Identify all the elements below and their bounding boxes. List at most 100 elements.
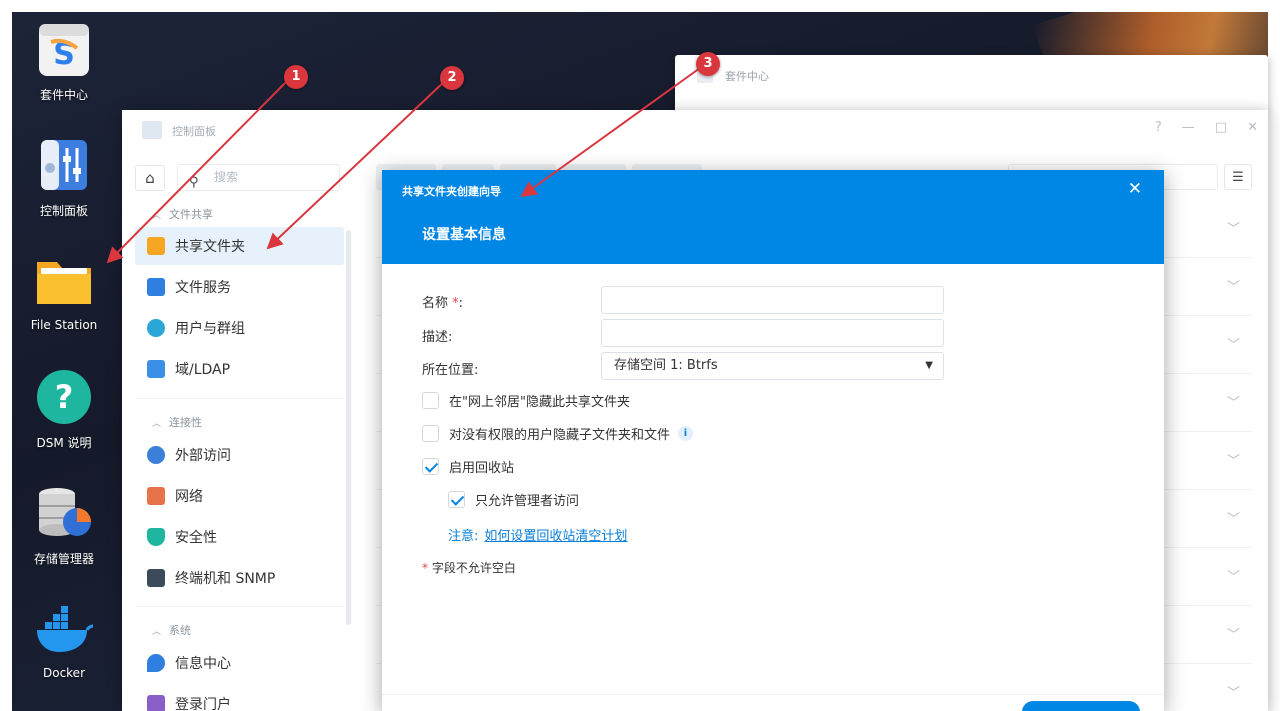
chevron-up-icon: ︿	[152, 627, 162, 637]
hide-subfolders-checkbox-row[interactable]: 对没有权限的用户隐藏子文件夹和文件 i	[422, 424, 694, 443]
storage-manager-icon	[33, 482, 95, 544]
name-input[interactable]	[601, 286, 944, 314]
sidebar-item-file-services[interactable]: 文件服务	[135, 268, 344, 306]
admin-only-checkbox-row[interactable]: 只允许管理者访问	[448, 490, 579, 509]
control-panel-icon	[33, 134, 95, 196]
sidebar-item-user-group[interactable]: 用户与群组	[135, 309, 344, 347]
enable-recycle-bin-checkbox-row[interactable]: 启用回收站	[422, 457, 514, 476]
checkbox-label: 启用回收站	[449, 461, 515, 476]
home-icon: ⌂	[145, 169, 155, 187]
sidebar-item-label: 网络	[175, 489, 203, 505]
label-text: 名称	[422, 296, 449, 311]
sidebar-item-label: 共享文件夹	[175, 239, 245, 255]
desktop-icon-label: 控制面板	[39, 204, 88, 218]
external-access-icon	[147, 446, 165, 464]
desktop-icon-file-station[interactable]: File Station	[12, 250, 116, 332]
domain-ldap-icon	[147, 360, 165, 378]
checkbox-checked[interactable]	[448, 491, 465, 508]
checkbox-checked[interactable]	[422, 458, 439, 475]
recycle-schedule-link[interactable]: 如何设置回收站清空计划	[484, 529, 627, 544]
window-title: 控制面板	[172, 125, 216, 138]
next-button[interactable]	[1022, 701, 1140, 711]
wizard-window-title: 共享文件夹创建向导	[402, 185, 501, 198]
window-buttons: ? — □ ✕	[1155, 120, 1258, 135]
sidebar-item-label: 外部访问	[175, 448, 231, 464]
home-button[interactable]: ⌂	[135, 165, 165, 191]
user-group-icon	[147, 319, 165, 337]
section-title: 文件共享	[169, 208, 214, 221]
search-icon: ⚲	[189, 175, 199, 190]
required-mark: *	[422, 561, 428, 575]
desktop-icon-control-panel[interactable]: 控制面板	[12, 134, 116, 219]
desktop-icon-dsm-help[interactable]: ? DSM 说明	[12, 366, 116, 451]
sidebar-search-input[interactable]: ⚲ 搜索	[177, 164, 340, 191]
sidebar-item-external-access[interactable]: 外部访问	[135, 436, 344, 474]
help-button[interactable]: ?	[1155, 120, 1162, 135]
sidebar-item-network[interactable]: 网络	[135, 477, 344, 515]
sidebar-item-label: 文件服务	[175, 280, 231, 296]
sidebar-item-terminal-snmp[interactable]: 终端机和 SNMP	[135, 559, 344, 597]
location-select[interactable]: 存储空间 1: Btrfs ▼	[601, 352, 944, 380]
section-title: 系统	[169, 624, 192, 637]
help-icon: ?	[33, 366, 95, 428]
close-icon[interactable]: ✕	[1128, 179, 1142, 199]
chevron-up-icon: ︿	[152, 211, 162, 221]
sidebar-scrollbar[interactable]	[346, 230, 351, 625]
minimize-button[interactable]: —	[1182, 120, 1195, 135]
control-panel-window-icon	[142, 121, 162, 139]
desktop-icon-label: 套件中心	[39, 88, 88, 102]
location-selected-value: 存储空间 1: Btrfs	[614, 358, 718, 373]
description-field-label: 描述:	[422, 330, 453, 345]
sidebar-item-label: 信息中心	[175, 656, 231, 672]
wizard-footer	[382, 694, 1164, 711]
desktop-icon-docker[interactable]: Docker	[12, 598, 116, 680]
desktop-icon-package-center[interactable]: S 套件中心	[12, 18, 116, 103]
desktop-icon-label: DSM 说明	[36, 436, 92, 450]
shared-folder-icon	[147, 237, 165, 255]
description-input[interactable]	[601, 319, 944, 347]
chevron-down-icon: ﹀	[1226, 686, 1240, 701]
window-titlebar[interactable]: 控制面板 ? — □ ✕	[122, 110, 1268, 150]
sidebar-item-label: 域/LDAP	[175, 362, 231, 378]
chevron-down-icon: ﹀	[1226, 454, 1240, 469]
checkbox[interactable]	[422, 425, 439, 442]
hide-in-network-checkbox-row[interactable]: 在"网上邻居"隐藏此共享文件夹	[422, 391, 630, 410]
note-label: 注意:	[448, 529, 479, 544]
sort-button[interactable]: ☰	[1224, 164, 1252, 190]
sidebar-item-label: 终端机和 SNMP	[175, 571, 276, 587]
name-field-label: 名称 *:	[422, 292, 463, 311]
chevron-down-icon: ﹀	[1226, 338, 1240, 353]
desktop-icon-storage-manager[interactable]: 存储管理器	[12, 482, 116, 567]
chevron-down-icon: ﹀	[1226, 570, 1240, 585]
sidebar-divider	[135, 398, 344, 399]
wizard-header[interactable]: 共享文件夹创建向导 ✕ 设置基本信息	[382, 170, 1164, 264]
sidebar-item-shared-folder[interactable]: 共享文件夹	[135, 227, 344, 265]
sidebar: ⌂ ⚲ 搜索 ︿ 文件共享 共享文件夹 文件服务 用户与群组 域/LDAP ︿ 连接…	[122, 150, 356, 711]
sidebar-item-domain-ldap[interactable]: 域/LDAP	[135, 350, 344, 388]
terminal-icon	[147, 569, 165, 587]
annotation-badge-2: 2	[440, 66, 464, 90]
sidebar-item-label: 登录门户	[175, 697, 231, 711]
sidebar-item-label: 安全性	[175, 530, 217, 546]
package-center-window[interactable]: 套件中心	[675, 55, 1268, 115]
info-center-icon	[147, 654, 165, 672]
section-header-file-sharing[interactable]: ︿ 文件共享	[152, 206, 213, 222]
checkbox-label: 只允许管理者访问	[475, 494, 580, 509]
section-header-connectivity[interactable]: ︿ 连接性	[152, 414, 202, 430]
sidebar-item-login-portal[interactable]: 登录门户	[135, 685, 344, 711]
section-header-system[interactable]: ︿ 系统	[152, 622, 191, 638]
chevron-down-icon: ﹀	[1226, 396, 1240, 411]
maximize-button[interactable]: □	[1215, 120, 1227, 135]
sidebar-item-security[interactable]: 安全性	[135, 518, 344, 556]
required-note-text: 字段不允许空白	[431, 561, 516, 575]
shield-icon	[147, 528, 165, 546]
close-button[interactable]: ✕	[1247, 120, 1258, 135]
file-services-icon	[147, 278, 165, 296]
sidebar-item-info-center[interactable]: 信息中心	[135, 644, 344, 682]
chevron-up-icon: ︿	[152, 419, 162, 429]
checkbox-label: 在"网上邻居"隐藏此共享文件夹	[449, 395, 630, 410]
desktop-icon-label: File Station	[30, 318, 98, 332]
checkbox[interactable]	[422, 392, 439, 409]
location-field-label: 所在位置:	[422, 363, 479, 378]
info-icon[interactable]: i	[678, 426, 694, 441]
